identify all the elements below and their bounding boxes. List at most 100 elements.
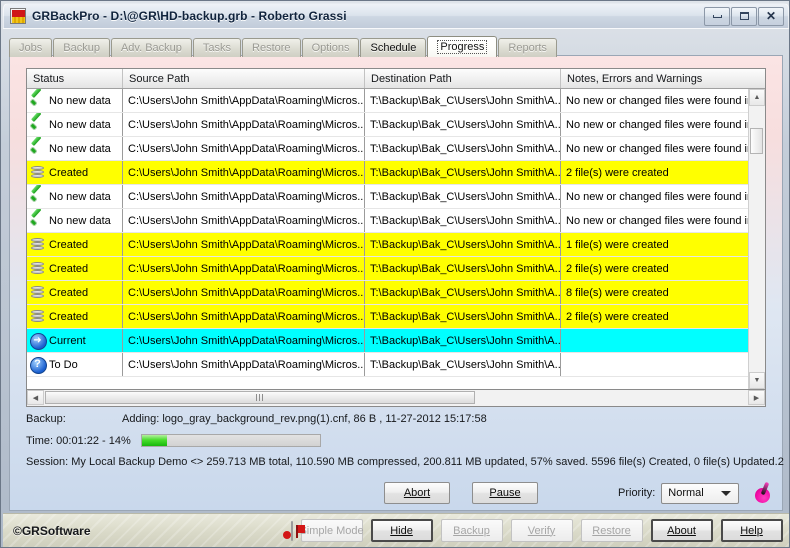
- tab-options[interactable]: Options: [301, 38, 360, 57]
- row-source-cell: C:\Users\John Smith\AppData\Roaming\Micr…: [123, 257, 365, 280]
- abort-button[interactable]: Abort: [384, 482, 450, 504]
- column-header-destination[interactable]: Destination Path: [365, 69, 561, 88]
- row-source-cell: C:\Users\John Smith\AppData\Roaming\Micr…: [123, 89, 365, 112]
- table-row[interactable]: No new data C:\Users\John Smith\AppData\…: [27, 89, 748, 113]
- row-source-cell: C:\Users\John Smith\AppData\Roaming\Micr…: [123, 209, 365, 232]
- table-row[interactable]: Created C:\Users\John Smith\AppData\Roam…: [27, 305, 748, 329]
- grid-horizontal-scrollbar[interactable]: ◀ ▶: [26, 390, 766, 407]
- row-status-label: No new data: [49, 118, 111, 131]
- disk-icon: [29, 260, 46, 277]
- row-status-label: To Do: [49, 358, 78, 371]
- about-button[interactable]: About: [650, 519, 713, 542]
- row-status-label: Created: [49, 238, 89, 251]
- check-icon: [29, 92, 46, 109]
- table-row[interactable]: Created C:\Users\John Smith\AppData\Roam…: [27, 281, 748, 305]
- tab-backup[interactable]: Backup: [53, 38, 110, 57]
- grid-body: No new data C:\Users\John Smith\AppData\…: [27, 89, 765, 389]
- priority-select[interactable]: Normal: [661, 482, 739, 504]
- tab-label: Schedule: [370, 42, 417, 54]
- restore-label: Restore: [592, 524, 631, 537]
- question-icon: [29, 356, 47, 374]
- flag-badge: [282, 530, 291, 539]
- grid-rows: No new data C:\Users\John Smith\AppData\…: [27, 89, 748, 389]
- row-status-cell: To Do: [27, 353, 123, 376]
- disk-icon: [29, 284, 46, 301]
- vertical-scroll-thumb[interactable]: [750, 128, 763, 154]
- row-destination-cell: T:\Backup\Bak_C\Users\John Smith\A...: [365, 305, 561, 328]
- tab-adv-backup[interactable]: Adv. Backup: [110, 38, 192, 57]
- row-notes-cell: No new or changed files were found in t: [566, 118, 748, 131]
- row-destination-cell: T:\Backup\Bak_C\Users\John Smith\A...: [365, 329, 561, 352]
- bottom-toolbar: ©GRSoftware Simple Mode Hide Backup Veri…: [3, 513, 789, 547]
- verify-label: Verify: [527, 524, 556, 537]
- row-destination-cell: T:\Backup\Bak_C\Users\John Smith\A...: [365, 233, 561, 256]
- verify-button[interactable]: Verify: [510, 519, 573, 542]
- table-row[interactable]: No new data C:\Users\John Smith\AppData\…: [27, 137, 748, 161]
- row-source-cell: C:\Users\John Smith\AppData\Roaming\Micr…: [123, 353, 365, 376]
- tab-jobs[interactable]: Jobs: [9, 38, 53, 57]
- row-destination-cell: T:\Backup\Bak_C\Users\John Smith\A...: [365, 281, 561, 304]
- session-details: My Local Backup Demo <> 259.713 MB total…: [71, 456, 784, 468]
- restore-button[interactable]: Restore: [580, 519, 643, 542]
- minimize-button[interactable]: [704, 6, 730, 26]
- stop-flag-icon[interactable]: [282, 520, 305, 541]
- row-status-cell: No new data: [27, 209, 123, 232]
- horizontal-scroll-thumb[interactable]: [45, 391, 475, 404]
- tab-tasks[interactable]: Tasks: [192, 38, 242, 57]
- tab-progress[interactable]: Progress: [427, 36, 498, 57]
- priority-value: Normal: [668, 487, 704, 499]
- row-status-cell: No new data: [27, 137, 123, 160]
- tab-restore[interactable]: Restore: [242, 38, 301, 57]
- horizontal-scroll-track[interactable]: [44, 390, 748, 406]
- column-header-status[interactable]: Status: [27, 69, 123, 88]
- maximize-button[interactable]: [731, 6, 757, 26]
- tab-label: Backup: [63, 42, 100, 54]
- disk-icon: [29, 308, 46, 325]
- row-notes-cell: [561, 353, 748, 376]
- progress-grid: Status Source Path Destination Path Note…: [26, 68, 766, 390]
- help-button[interactable]: Help: [720, 519, 783, 542]
- tab-reports[interactable]: Reports: [498, 38, 557, 57]
- table-row[interactable]: No new data C:\Users\John Smith\AppData\…: [27, 185, 748, 209]
- session-label: Session:: [26, 456, 69, 468]
- vertical-scroll-track[interactable]: [749, 106, 765, 372]
- column-header-notes[interactable]: Notes, Errors and Warnings: [561, 69, 765, 88]
- tab-schedule[interactable]: Schedule: [360, 38, 427, 57]
- table-row[interactable]: Created C:\Users\John Smith\AppData\Roam…: [27, 257, 748, 281]
- row-destination-cell: T:\Backup\Bak_C\Users\John Smith\A...: [365, 185, 561, 208]
- row-status-label: No new data: [49, 214, 111, 227]
- session-status-line: Session: My Local Backup Demo <> 259.713…: [26, 456, 784, 468]
- scroll-down-icon[interactable]: ▼: [749, 372, 765, 389]
- row-status-label: Current: [49, 334, 86, 347]
- scroll-left-icon[interactable]: ◀: [27, 390, 44, 405]
- table-row[interactable]: Current C:\Users\John Smith\AppData\Roam…: [27, 329, 748, 353]
- table-row[interactable]: No new data C:\Users\John Smith\AppData\…: [27, 209, 748, 233]
- close-button[interactable]: ✕: [758, 6, 784, 26]
- row-source-cell: C:\Users\John Smith\AppData\Roaming\Micr…: [123, 161, 365, 184]
- backup-current-file: Adding: logo_gray_background_rev.png(1).…: [122, 413, 487, 425]
- scroll-right-icon[interactable]: ▶: [748, 390, 765, 405]
- table-row[interactable]: Created C:\Users\John Smith\AppData\Roam…: [27, 233, 748, 257]
- scroll-up-icon[interactable]: ▲: [749, 89, 765, 106]
- row-source-cell: C:\Users\John Smith\AppData\Roaming\Micr…: [123, 113, 365, 136]
- row-notes-cell: 2 file(s) were created: [566, 310, 669, 323]
- row-destination-cell: T:\Backup\Bak_C\Users\John Smith\A...: [365, 161, 561, 184]
- hide-button[interactable]: Hide: [370, 519, 433, 542]
- column-header-source[interactable]: Source Path: [123, 69, 365, 88]
- simple-mode-button[interactable]: Simple Mode: [299, 519, 364, 542]
- row-notes-cell: No new or changed files were found in t: [566, 142, 748, 155]
- tab-label: Reports: [508, 42, 547, 54]
- copyright-label: ©GRSoftware: [13, 523, 91, 538]
- tab-label: Options: [311, 42, 350, 54]
- table-row[interactable]: Created C:\Users\John Smith\AppData\Roam…: [27, 161, 748, 185]
- row-notes-cell: 2 file(s) were created: [566, 166, 669, 179]
- row-status-cell: Created: [27, 281, 123, 304]
- progress-panel: Status Source Path Destination Path Note…: [9, 55, 784, 511]
- table-row[interactable]: To Do C:\Users\John Smith\AppData\Roamin…: [27, 353, 748, 377]
- table-row[interactable]: No new data C:\Users\John Smith\AppData\…: [27, 113, 748, 137]
- row-source-cell: C:\Users\John Smith\AppData\Roaming\Micr…: [123, 185, 365, 208]
- pause-button[interactable]: Pause: [472, 482, 538, 504]
- grid-vertical-scrollbar[interactable]: ▲ ▼: [748, 89, 765, 389]
- tab-label: Adv. Backup: [120, 42, 182, 54]
- backup-button[interactable]: Backup: [440, 519, 503, 542]
